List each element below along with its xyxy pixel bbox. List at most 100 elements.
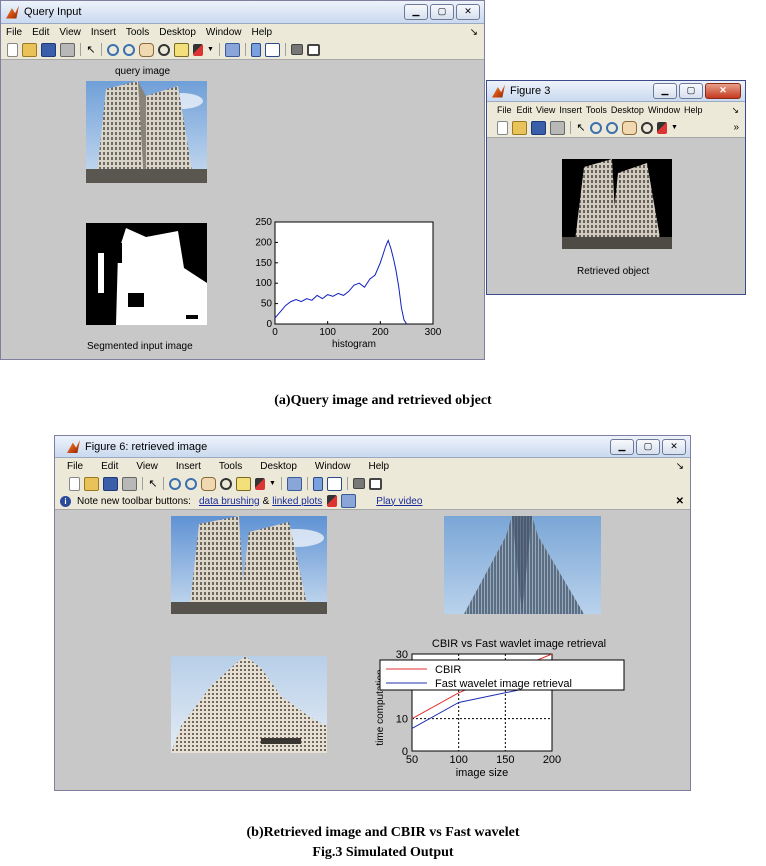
new-figure-icon[interactable] bbox=[69, 476, 80, 491]
data-brushing-link[interactable]: data brushing bbox=[199, 496, 260, 507]
menu-help[interactable]: Help bbox=[369, 461, 390, 472]
new-figure-icon[interactable] bbox=[497, 120, 508, 135]
link-plot-icon[interactable] bbox=[286, 476, 302, 491]
pan-hand-icon[interactable] bbox=[139, 42, 154, 57]
menu-desktop[interactable]: Desktop bbox=[260, 461, 297, 472]
x-tick-label: 300 bbox=[425, 327, 442, 338]
minimize-button[interactable]: ▁ bbox=[610, 438, 634, 455]
brush-icon bbox=[327, 495, 338, 507]
maximize-button[interactable]: ▢ bbox=[636, 438, 660, 455]
menu-tools[interactable]: Tools bbox=[219, 461, 242, 472]
query-input-titlebar[interactable]: Query Input ▁ ▢ ✕ bbox=[1, 1, 484, 24]
open-file-icon[interactable] bbox=[84, 476, 99, 491]
play-video-link[interactable]: Play video bbox=[376, 496, 422, 507]
x-tick-label: 200 bbox=[543, 754, 561, 766]
menubar: File Edit View Insert Tools Desktop Wind… bbox=[1, 24, 484, 40]
save-icon[interactable] bbox=[41, 42, 56, 57]
figure3-titlebar[interactable]: Figure 3 ▁ ▢ ✕ bbox=[487, 81, 745, 102]
close-note-icon[interactable]: ✕ bbox=[676, 496, 684, 507]
pan-hand-icon[interactable] bbox=[201, 476, 216, 491]
save-icon[interactable] bbox=[103, 476, 118, 491]
dropdown-arrow-icon[interactable]: ▼ bbox=[671, 124, 678, 131]
menu-view[interactable]: View bbox=[136, 461, 158, 472]
zoom-out-icon[interactable] bbox=[123, 43, 135, 56]
brush-icon[interactable] bbox=[657, 121, 667, 134]
menu-help[interactable]: Help bbox=[252, 27, 273, 38]
menu-desktop[interactable]: Desktop bbox=[611, 105, 644, 115]
menu-window[interactable]: Window bbox=[315, 461, 351, 472]
menu-insert[interactable]: Insert bbox=[176, 461, 201, 472]
menu-window[interactable]: Window bbox=[648, 105, 680, 115]
close-button[interactable]: ✕ bbox=[662, 438, 686, 455]
caption-fig: Fig.3 Simulated Output bbox=[312, 845, 454, 860]
menu-tools[interactable]: Tools bbox=[126, 27, 149, 38]
rotate-3d-icon[interactable] bbox=[641, 121, 653, 134]
pan-hand-icon[interactable] bbox=[622, 120, 637, 135]
menu-desktop[interactable]: Desktop bbox=[159, 27, 196, 38]
menu-edit[interactable]: Edit bbox=[101, 461, 118, 472]
menubar: File Edit View Insert Tools Desktop Wind… bbox=[487, 102, 745, 118]
menu-help[interactable]: Help bbox=[684, 105, 703, 115]
chevron-icon[interactable]: ↘ bbox=[676, 461, 684, 472]
save-icon[interactable] bbox=[531, 120, 546, 135]
legend-icon[interactable] bbox=[326, 476, 342, 491]
menubar: File Edit View Insert Tools Desktop Wind… bbox=[55, 458, 690, 474]
menu-insert[interactable]: Insert bbox=[91, 27, 116, 38]
maximize-button[interactable]: ▢ bbox=[430, 4, 454, 20]
menu-edit[interactable]: Edit bbox=[32, 27, 49, 38]
data-cursor-icon[interactable] bbox=[174, 42, 189, 57]
zoom-in-icon[interactable] bbox=[107, 43, 119, 56]
open-file-icon[interactable] bbox=[22, 42, 37, 57]
menu-view[interactable]: View bbox=[536, 105, 555, 115]
segmented-image-label: Segmented input image bbox=[87, 341, 193, 352]
hide-plot-tools-icon[interactable] bbox=[352, 478, 365, 489]
dropdown-arrow-icon[interactable]: ▼ bbox=[269, 480, 276, 487]
colorbar-icon[interactable] bbox=[312, 476, 323, 491]
open-file-icon[interactable] bbox=[512, 120, 527, 135]
close-button[interactable]: ✕ bbox=[705, 83, 741, 99]
show-plot-tools-icon[interactable] bbox=[368, 477, 382, 490]
dropdown-arrow-icon[interactable]: ▼ bbox=[207, 46, 214, 53]
print-icon[interactable] bbox=[550, 120, 565, 135]
close-button[interactable]: ✕ bbox=[456, 4, 480, 20]
legend-icon[interactable] bbox=[264, 42, 280, 57]
zoom-out-icon[interactable] bbox=[606, 121, 618, 134]
toolbar-separator bbox=[570, 121, 571, 134]
maximize-button[interactable]: ▢ bbox=[679, 83, 703, 99]
zoom-in-icon[interactable] bbox=[590, 121, 602, 134]
menu-view[interactable]: View bbox=[59, 27, 81, 38]
pointer-icon[interactable]: ↖ bbox=[148, 478, 158, 490]
chevron-icon[interactable]: ↘ bbox=[470, 27, 478, 38]
menu-file[interactable]: File bbox=[67, 461, 83, 472]
new-figure-icon[interactable] bbox=[7, 42, 18, 57]
print-icon[interactable] bbox=[122, 476, 137, 491]
figure6-titlebar[interactable]: Figure 6: retrieved image ▁ ▢ ✕ bbox=[55, 436, 690, 458]
linked-plots-link[interactable]: linked plots bbox=[272, 496, 322, 507]
rotate-3d-icon[interactable] bbox=[158, 43, 170, 56]
menu-window[interactable]: Window bbox=[206, 27, 242, 38]
brush-icon[interactable] bbox=[255, 477, 265, 490]
minimize-button[interactable]: ▁ bbox=[653, 83, 677, 99]
menu-file[interactable]: File bbox=[6, 27, 22, 38]
menu-insert[interactable]: Insert bbox=[559, 105, 582, 115]
menu-edit[interactable]: Edit bbox=[517, 105, 533, 115]
pointer-icon[interactable]: ↖ bbox=[576, 122, 586, 134]
zoom-in-icon[interactable] bbox=[169, 477, 181, 490]
data-cursor-icon[interactable] bbox=[236, 476, 251, 491]
note-text: Note new toolbar buttons: bbox=[77, 495, 191, 507]
zoom-out-icon[interactable] bbox=[185, 477, 197, 490]
brush-icon[interactable] bbox=[193, 43, 203, 56]
print-icon[interactable] bbox=[60, 42, 75, 57]
menu-tools[interactable]: Tools bbox=[586, 105, 607, 115]
overflow-chevron-icon[interactable]: » bbox=[733, 122, 739, 133]
show-plot-tools-icon[interactable] bbox=[306, 43, 320, 56]
figure6-window: Figure 6: retrieved image ▁ ▢ ✕ File Edi… bbox=[54, 435, 691, 791]
hide-plot-tools-icon[interactable] bbox=[290, 44, 303, 55]
chevron-icon[interactable]: ↘ bbox=[731, 105, 739, 116]
rotate-3d-icon[interactable] bbox=[220, 477, 232, 490]
colorbar-icon[interactable] bbox=[250, 42, 261, 57]
pointer-icon[interactable]: ↖ bbox=[86, 44, 96, 56]
menu-file[interactable]: File bbox=[497, 105, 512, 115]
minimize-button[interactable]: ▁ bbox=[404, 4, 428, 20]
link-plot-icon[interactable] bbox=[224, 42, 240, 57]
